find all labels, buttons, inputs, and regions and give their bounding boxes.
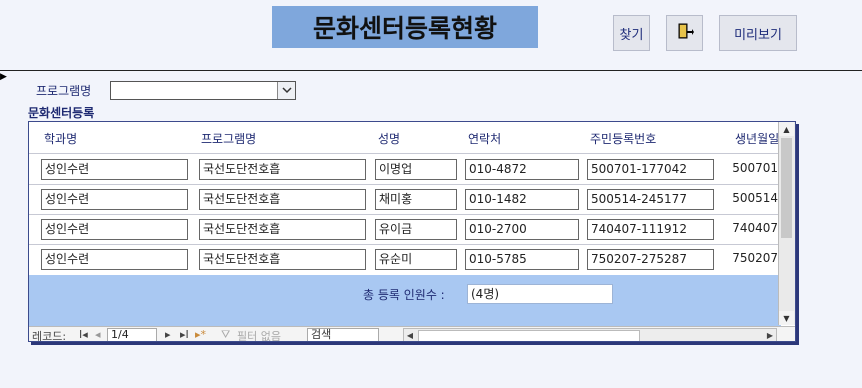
program-field[interactable]: 국선도단전호흡 bbox=[199, 159, 366, 180]
name-field[interactable]: 이명업 bbox=[375, 159, 457, 180]
name-field[interactable]: 유순미 bbox=[375, 249, 457, 270]
hscroll-thumb[interactable] bbox=[418, 330, 640, 341]
scroll-left-icon[interactable]: ◀ bbox=[404, 329, 416, 341]
filter-icon[interactable]: ⛛ bbox=[221, 328, 230, 341]
col-header-rrn: 주민등록번호 bbox=[590, 132, 657, 146]
prev-record-icon[interactable]: ◂ bbox=[95, 328, 101, 341]
dept-field[interactable]: 성인수련 bbox=[41, 249, 188, 270]
program-field[interactable]: 국선도단전호흡 bbox=[199, 249, 366, 270]
phone-field[interactable]: 010-1482 bbox=[465, 189, 579, 210]
vertical-scrollbar[interactable]: ▲ ▼ bbox=[778, 122, 795, 325]
record-label: 레코드: bbox=[32, 330, 67, 342]
program-field[interactable]: 국선도단전호흡 bbox=[199, 219, 366, 240]
filter-status[interactable]: 필터 없음 bbox=[237, 328, 281, 341]
phone-field[interactable]: 010-2700 bbox=[465, 219, 579, 240]
phone-field[interactable]: 010-5785 bbox=[465, 249, 579, 270]
col-header-birth: 생년월일 bbox=[735, 132, 780, 146]
subform-title: 문화센터등록 bbox=[28, 106, 95, 120]
dept-field[interactable]: 성인수련 bbox=[41, 219, 188, 240]
header-divider bbox=[0, 70, 862, 71]
record-position-field[interactable]: 1/4 bbox=[107, 328, 157, 341]
col-header-phone: 연락처 bbox=[468, 132, 502, 146]
col-header-program: 프로그램명 bbox=[201, 132, 257, 146]
program-field[interactable]: 국선도단전호흡 bbox=[199, 189, 366, 210]
first-record-icon[interactable]: I◂ bbox=[79, 328, 88, 341]
last-record-icon[interactable]: ▸I bbox=[180, 328, 189, 341]
birth-field[interactable]: 750207 bbox=[725, 249, 781, 270]
horizontal-scrollbar[interactable]: ◀ ▶ bbox=[403, 328, 777, 341]
table-row: 성인수련 국선도단전호흡 유이금 010-2700 740407-111912 … bbox=[29, 215, 781, 245]
table-row: 성인수련 국선도단전호흡 이명업 010-4872 500701-177042 … bbox=[29, 155, 781, 185]
exit-door-icon bbox=[676, 22, 694, 44]
form-header: 문화센터등록현황 찾기 미리보기 bbox=[0, 0, 862, 70]
total-count-label: 총 등록 인원수 : bbox=[363, 288, 445, 302]
next-record-icon[interactable]: ▸ bbox=[165, 328, 171, 341]
birth-field[interactable]: 500701 bbox=[725, 159, 781, 180]
col-header-name: 성명 bbox=[378, 132, 401, 146]
phone-field[interactable]: 010-4872 bbox=[465, 159, 579, 180]
rrn-field[interactable]: 500701-177042 bbox=[587, 159, 714, 180]
new-record-icon[interactable]: ▸* bbox=[195, 328, 206, 341]
dept-field[interactable]: 성인수련 bbox=[41, 159, 188, 180]
birth-field[interactable]: 500514 bbox=[725, 189, 781, 210]
birth-field[interactable]: 740407 bbox=[725, 219, 781, 240]
record-navigator: 레코드: I◂ ◂ 1/4 ▸ ▸I ▸* ⛛ 필터 없음 검색 ◀ ▶ bbox=[29, 326, 795, 342]
rrn-field[interactable]: 500514-245177 bbox=[587, 189, 714, 210]
col-header-dept: 학과명 bbox=[44, 132, 78, 146]
record-selector-icon: ▶ bbox=[0, 72, 7, 82]
scroll-thumb[interactable] bbox=[781, 138, 792, 238]
search-input[interactable]: 검색 bbox=[307, 328, 379, 341]
preview-button[interactable]: 미리보기 bbox=[719, 15, 797, 51]
rrn-field[interactable]: 750207-275287 bbox=[587, 249, 714, 270]
total-count-field[interactable]: (4명) bbox=[467, 284, 613, 304]
rrn-field[interactable]: 740407-111912 bbox=[587, 219, 714, 240]
scroll-up-icon[interactable]: ▲ bbox=[779, 122, 794, 136]
find-button[interactable]: 찾기 bbox=[613, 15, 650, 51]
name-field[interactable]: 유이금 bbox=[375, 219, 457, 240]
chevron-down-icon[interactable] bbox=[277, 82, 295, 99]
subform-footer: 총 등록 인원수 : (4명) bbox=[29, 275, 781, 327]
name-field[interactable]: 채미홍 bbox=[375, 189, 457, 210]
exit-button[interactable] bbox=[666, 15, 703, 51]
table-row: 성인수련 국선도단전호흡 채미홍 010-1482 500514-245177 … bbox=[29, 185, 781, 215]
table-row: 성인수련 국선도단전호흡 유순미 010-5785 750207-275287 … bbox=[29, 245, 781, 275]
registration-subform: 학과명 프로그램명 성명 연락처 주민등록번호 생년월일 성인수련 국선도단전호… bbox=[28, 121, 796, 342]
program-filter-label: 프로그램명 bbox=[36, 84, 92, 98]
row-divider bbox=[29, 153, 781, 154]
dept-field[interactable]: 성인수련 bbox=[41, 189, 188, 210]
page-title: 문화센터등록현황 bbox=[272, 6, 538, 48]
program-filter-combo[interactable] bbox=[110, 81, 296, 100]
scroll-down-icon[interactable]: ▼ bbox=[779, 311, 794, 325]
scroll-right-icon[interactable]: ▶ bbox=[764, 329, 776, 341]
